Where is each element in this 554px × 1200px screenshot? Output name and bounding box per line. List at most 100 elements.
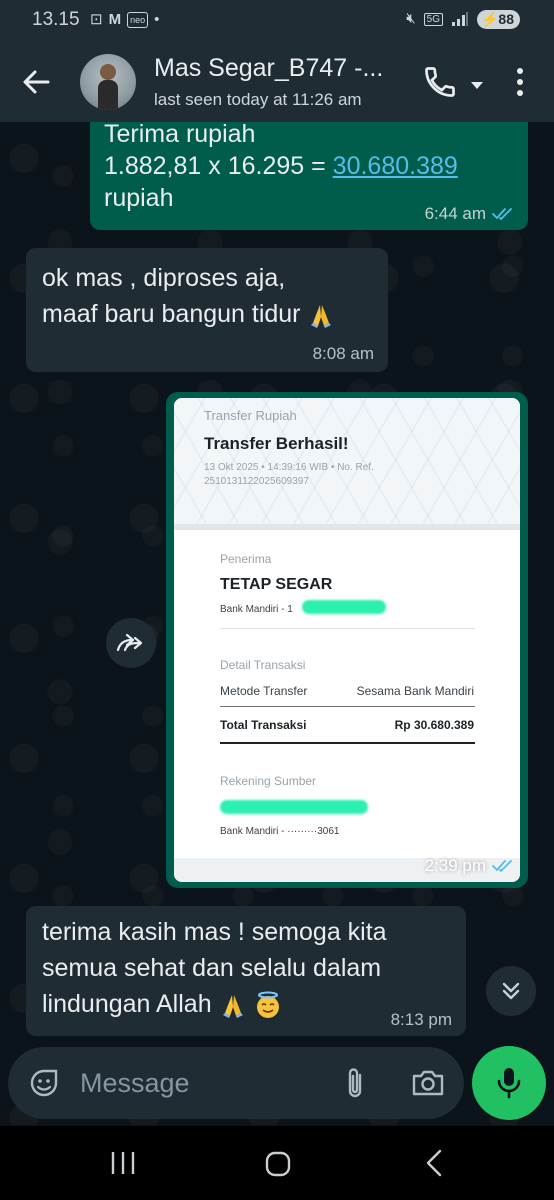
mic-icon [497, 1068, 521, 1099]
folded-hands-emoji-icon [311, 305, 332, 329]
message-line: terima kasih mas ! semoga kita [42, 918, 387, 946]
system-back-button[interactable] [422, 1148, 446, 1178]
transfer-method-label: Metode Transfer [220, 684, 308, 698]
emoji-button[interactable] [28, 1067, 60, 1099]
gmail-icon: M [108, 11, 122, 28]
forward-button[interactable] [106, 618, 156, 668]
outgoing-message[interactable]: Terima rupiah 1.882,81 x 16.295 = 30.680… [90, 122, 528, 230]
chevron-down-icon [471, 82, 483, 89]
folded-hands-emoji-icon [222, 995, 243, 1019]
incoming-message[interactable]: terima kasih mas ! semoga kita semua seh… [26, 906, 466, 1036]
message-text: terima kasih mas ! semoga kita semua seh… [42, 914, 387, 1022]
last-seen-status: last seen today at 11:26 am [154, 90, 362, 109]
contact-name[interactable]: Mas Segar_B747 -... [154, 54, 383, 83]
message-time: 8:13 pm [390, 1010, 452, 1029]
signal-icon [451, 12, 468, 26]
amount-link[interactable]: 30.680.389 [333, 152, 458, 180]
message-line: 1.882,81 x 16.295 = 30.680.389 [104, 150, 458, 182]
back-button[interactable] [18, 64, 58, 100]
dot-icon: • [154, 11, 160, 28]
divider [220, 706, 475, 707]
transaction-detail-label: Detail Transaksi [220, 658, 306, 672]
redaction-mark [302, 600, 386, 614]
attach-button[interactable] [340, 1065, 370, 1101]
nav-recent-icon [111, 1152, 135, 1174]
avatar-body [98, 80, 118, 110]
recipient-name: TETAP SEGAR [220, 576, 333, 593]
scroll-to-bottom-button[interactable] [486, 966, 536, 1016]
message-text: ok mas , diproses aja, maaf baru bangun … [42, 260, 335, 332]
mute-icon: 🔇︎ [406, 10, 416, 27]
message-text: Terima rupiah 1.882,81 x 16.295 = 30.680… [104, 122, 458, 214]
voice-message-button[interactable] [472, 1046, 546, 1120]
divider [220, 742, 475, 744]
battery-level: 88 [498, 10, 514, 27]
divider [220, 628, 475, 629]
nav-back-icon [426, 1149, 442, 1177]
avatar[interactable] [80, 54, 136, 110]
total-label: Total Transaksi [220, 718, 307, 732]
back-arrow-icon [23, 70, 50, 94]
message-line: ok mas , diproses aja, [42, 264, 286, 292]
message-line-text: 1.882,81 x 16.295 = [104, 152, 333, 180]
source-account-label: Rekening Sumber [220, 774, 317, 788]
message-meta: 6:44 am [425, 204, 514, 224]
message-line: semua sehat dan selalu dalam [42, 954, 382, 982]
message-composer [8, 1047, 464, 1119]
recent-apps-button[interactable] [108, 1150, 138, 1176]
more-options-button[interactable] [508, 64, 532, 100]
home-button[interactable] [264, 1150, 292, 1178]
phone-icon [425, 67, 455, 97]
message-time: 6:44 am [424, 204, 486, 223]
receipt-reference: 2510131122025609397 [204, 476, 309, 487]
outgoing-image-message[interactable]: Transfer Rupiah Transfer Berhasil! 13 Ok… [166, 392, 528, 888]
status-bar: 13.15 ⊡ M neo • 🔇︎ 5G ⚡88 [0, 0, 554, 42]
message-meta: 2:39 pm [425, 856, 514, 876]
transfer-method-value: Sesama Bank Mandiri [356, 684, 474, 698]
message-line-text: maaf baru bangun tidur [42, 300, 301, 328]
paperclip-icon [348, 1068, 362, 1098]
recipient-bank: Bank Mandiri - 1 [220, 604, 293, 615]
avatar-head [100, 64, 116, 80]
message-input[interactable] [80, 1065, 320, 1101]
emoji-icon [30, 1069, 58, 1097]
receipt-heading: Transfer Berhasil! [204, 434, 349, 453]
camera-icon [412, 1070, 444, 1096]
status-system-icons: 🔇︎ 5G ⚡88 [406, 9, 520, 29]
smiling-face-with-halo-emoji-icon [256, 991, 279, 1019]
message-line-with-emoji: maaf baru bangun tidur [42, 296, 335, 332]
system-navigation-bar [0, 1126, 554, 1200]
redaction-mark [220, 800, 368, 814]
status-time: 13.15 [32, 9, 80, 30]
receipt-title: Transfer Rupiah [204, 408, 297, 423]
network-5g-badge: 5G [423, 12, 443, 26]
message-time: 8:08 am [312, 344, 374, 363]
voice-call-button[interactable] [422, 64, 462, 100]
message-line: Terima rupiah [104, 122, 256, 148]
forward-icon [116, 633, 143, 652]
message-line-text: lindungan Allah [42, 990, 212, 1018]
incoming-message[interactable]: ok mas , diproses aja, maaf baru bangun … [26, 248, 388, 372]
receipt-separator [174, 524, 520, 530]
double-chevron-down-icon [502, 982, 520, 1000]
source-account-bank: Bank Mandiri - ·········3061 [220, 826, 340, 837]
double-check-icon [492, 860, 512, 873]
more-vert-icon [517, 68, 523, 96]
receipt-date: 13 Okt 2025 • 14:39:16 WIB • No. Ref. [204, 462, 374, 473]
transfer-receipt-image[interactable]: Transfer Rupiah Transfer Berhasil! 13 Ok… [174, 398, 520, 882]
battery-indicator: ⚡88 [476, 9, 520, 29]
screenshot-icon: ⊡ [90, 11, 103, 28]
chat-header: Mas Segar_B747 -... last seen today at 1… [0, 42, 554, 122]
message-line-with-emoji: lindungan Allah [42, 986, 387, 1022]
message-line: rupiah [104, 184, 174, 212]
call-options-dropdown[interactable] [470, 76, 484, 89]
total-value: Rp 30.680.389 [394, 718, 474, 732]
double-check-icon [492, 208, 512, 221]
chat-area[interactable]: Terima rupiah 1.882,81 x 16.295 = 30.680… [0, 122, 554, 1125]
message-time: 2:39 pm [424, 856, 486, 875]
recipient-label: Penerima [220, 552, 272, 566]
nav-home-icon [265, 1151, 291, 1177]
status-notification-icons: ⊡ M neo • [90, 10, 159, 30]
neo-badge: neo [127, 12, 149, 28]
camera-button[interactable] [410, 1067, 446, 1099]
